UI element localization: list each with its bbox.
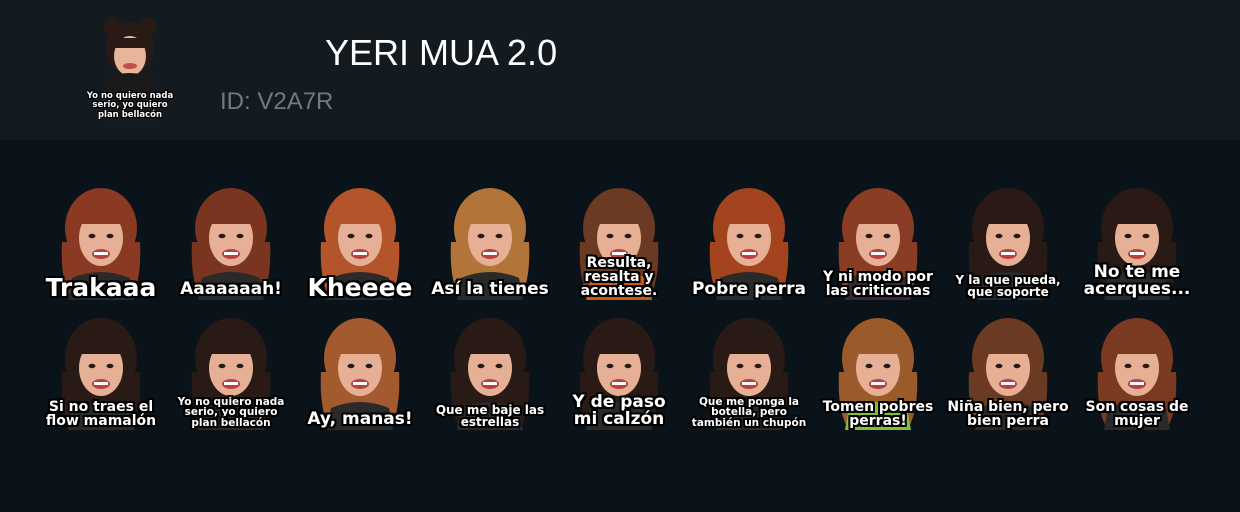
sticker-caption: Si no traes el flow mamalón	[45, 399, 157, 429]
sticker-caption: Que me ponga la botella, pero también un…	[691, 395, 807, 429]
pack-header: Yo no quiero nada serio, yo quiero plan …	[0, 0, 1240, 140]
sticker-caption: Niña bien, pero bien perra	[947, 399, 1069, 429]
sticker-caption: Aaaaaaah!	[180, 279, 282, 299]
sticker-item[interactable]: Pobre perra	[690, 182, 808, 300]
sticker-item[interactable]: Ay, manas!	[301, 312, 419, 430]
sticker-caption: Y la que pueda, que soporte	[955, 273, 1061, 299]
sticker-caption: Kheeee	[307, 273, 413, 302]
sticker-item[interactable]: Yo no quiero nada serio, yo quiero plan …	[172, 312, 290, 430]
sticker-item[interactable]: Y de paso mi calzón	[560, 312, 678, 430]
sticker-caption: Trakaaa	[45, 273, 157, 302]
pack-thumbnail[interactable]: Yo no quiero nada serio, yo quiero plan …	[82, 18, 178, 122]
sticker-caption: No te me acerques...	[1083, 262, 1191, 299]
sticker-caption: Y ni modo por las criticonas	[823, 269, 933, 299]
sticker-item[interactable]: Niña bien, pero bien perra	[947, 312, 1069, 430]
sticker-caption: Y de paso mi calzón	[572, 392, 666, 429]
sticker-caption: Yo no quiero nada serio, yo quiero plan …	[177, 395, 285, 429]
sticker-caption: Que me baje las estrellas	[435, 403, 545, 429]
sticker-caption: Resulta, resalta y acontese.	[580, 255, 658, 299]
sticker-item[interactable]: Trakaaa	[42, 182, 160, 300]
sticker-item[interactable]: No te me acerques...	[1078, 182, 1196, 300]
sticker-item[interactable]: Tomen pobres perras!	[819, 312, 937, 430]
pack-title: YERI MUA 2.0	[325, 32, 558, 73]
thumbnail-caption: Yo no quiero nada serio, yo quiero plan …	[86, 90, 174, 120]
sticker-item[interactable]: Kheeee	[301, 182, 419, 300]
sticker-item[interactable]: Aaaaaaah!	[172, 182, 290, 300]
sticker-item[interactable]: Y ni modo por las criticonas	[819, 182, 937, 300]
sticker-caption: Así la tienes	[431, 279, 549, 299]
sticker-item[interactable]: Resulta, resalta y acontese.	[560, 182, 678, 300]
sticker-caption: Ay, manas!	[307, 409, 413, 429]
pack-id: ID: V2A7R	[220, 88, 334, 115]
sticker-item[interactable]: Que me baje las estrellas	[431, 312, 549, 430]
sticker-item[interactable]: Son cosas de mujer	[1078, 312, 1196, 430]
sticker-item[interactable]: Así la tienes	[431, 182, 549, 300]
sticker-item[interactable]: Si no traes el flow mamalón	[42, 312, 160, 430]
sticker-caption: Tomen pobres perras!	[822, 399, 934, 429]
sticker-item[interactable]: Y la que pueda, que soporte	[949, 182, 1067, 300]
sticker-caption: Son cosas de mujer	[1085, 399, 1189, 429]
sticker-caption: Pobre perra	[691, 279, 807, 299]
sticker-item[interactable]: Que me ponga la botella, pero también un…	[690, 312, 808, 430]
